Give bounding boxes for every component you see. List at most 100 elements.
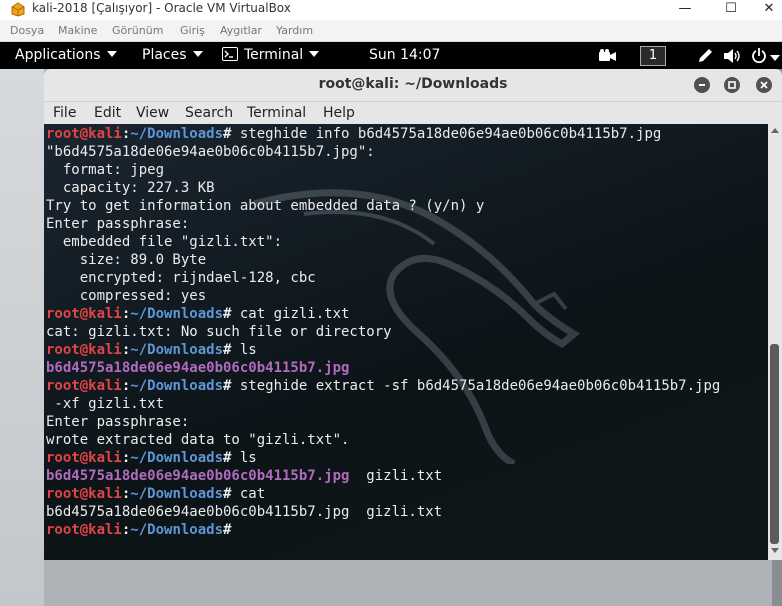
- terminal-line: root@kali:~/Downloads# steghide info b6d…: [46, 126, 661, 142]
- prompt-user: root@kali: [46, 342, 122, 358]
- virtualbox-logo-icon: [11, 2, 25, 17]
- output-text: embedded file "gizli.txt":: [46, 234, 283, 250]
- dropdown-arrow-icon: [192, 51, 203, 57]
- terminal-line: b6d4575a18de06e94ae0b06c0b4115b7.jpg giz…: [46, 468, 442, 484]
- vbox-maximize-button[interactable]: ☐: [712, 0, 750, 20]
- terminal-line: Enter passphrase:: [46, 414, 189, 430]
- terminal-line: root@kali:~/Downloads# cat: [46, 486, 265, 502]
- places-menu[interactable]: Places: [142, 47, 203, 63]
- output-text: Enter passphrase:: [46, 414, 190, 430]
- output-text: format: jpeg: [46, 162, 165, 178]
- output-text: "b6d4575a18de06e94ae0b06c0b4115b7.jpg":: [46, 144, 375, 160]
- output-text: b6d4575a18de06e94ae0b06c0b4115b7.jpg giz…: [46, 504, 443, 520]
- vbox-menu-gorunum[interactable]: Görünüm: [112, 24, 163, 37]
- file-entry: gizli.txt: [349, 468, 443, 484]
- terminal-icon: [222, 47, 238, 61]
- command-text: steghide extract -sf b6d4575a18de06e94ae…: [231, 378, 721, 394]
- menu-terminal[interactable]: Terminal: [247, 105, 306, 121]
- terminal-scrollbar[interactable]: [768, 124, 782, 560]
- dropdown-arrow-icon: [106, 51, 117, 57]
- output-text: Enter passphrase:: [46, 216, 190, 232]
- output-text: Try to get information about embedded da…: [46, 198, 485, 214]
- gnome-top-bar: Applications Places Terminal Sun 14:07 1: [0, 42, 782, 69]
- output-text: wrote extracted data to "gizli.txt".: [46, 432, 350, 448]
- window-maximize-button[interactable]: [724, 77, 740, 93]
- terminal-line: Enter passphrase:: [46, 216, 189, 232]
- vbox-menu-giris[interactable]: Giriş: [180, 24, 205, 37]
- terminal-line: b6d4575a18de06e94ae0b06c0b4115b7.jpg giz…: [46, 504, 442, 520]
- menu-search[interactable]: Search: [185, 105, 233, 121]
- output-text: size: 89.0 Byte: [46, 252, 207, 268]
- terminal-line: wrote extracted data to "gizli.txt".: [46, 432, 349, 448]
- menu-file[interactable]: File: [53, 105, 76, 121]
- terminal-app-menu[interactable]: Terminal: [222, 47, 320, 63]
- prompt-path: ~/Downloads: [130, 126, 224, 142]
- terminal-titlebar[interactable]: root@kali: ~/Downloads: [44, 69, 782, 102]
- volume-icon[interactable]: [722, 48, 742, 64]
- scroll-up-arrow-icon[interactable]: [771, 128, 779, 133]
- command-text: cat gizli.txt: [231, 306, 350, 322]
- window-minimize-button[interactable]: [694, 77, 710, 93]
- close-icon: [760, 81, 768, 89]
- vbox-menu-dosya[interactable]: Dosya: [10, 24, 44, 37]
- terminal-line: capacity: 227.3 KB: [46, 180, 215, 196]
- menu-help[interactable]: Help: [323, 105, 355, 121]
- prompt-user: root@kali: [46, 450, 122, 466]
- scrollbar-thumb[interactable]: [770, 344, 779, 544]
- vbox-window-title: kali-2018 [Çalışıyor] - Oracle VM Virtua…: [32, 1, 291, 15]
- dropdown-arrow-icon: [309, 51, 320, 57]
- window-close-button[interactable]: [756, 77, 772, 93]
- places-label: Places: [142, 47, 187, 63]
- prompt-path: ~/Downloads: [130, 342, 224, 358]
- output-text: cat: gizli.txt: No such file or director…: [46, 324, 392, 340]
- applications-label: Applications: [15, 47, 101, 63]
- pen-tool-icon[interactable]: [696, 47, 714, 65]
- terminal-line: b6d4575a18de06e94ae0b06c0b4115b7.jpg: [46, 360, 349, 376]
- workspace-indicator[interactable]: 1: [640, 46, 666, 66]
- prompt-user: root@kali: [46, 378, 122, 394]
- terminal-line: root@kali:~/Downloads# cat gizli.txt: [46, 306, 349, 322]
- prompt-user: root@kali: [46, 522, 122, 538]
- terminal-text: root@kali:~/Downloads# steghide info b6d…: [46, 125, 720, 539]
- terminal-line: compressed: yes: [46, 288, 206, 304]
- prompt-path: ~/Downloads: [130, 378, 224, 394]
- clock[interactable]: Sun 14:07: [369, 47, 440, 63]
- applications-menu[interactable]: Applications: [15, 47, 117, 63]
- prompt-user: root@kali: [46, 486, 122, 502]
- vbox-menu-aygitlar[interactable]: Aygıtlar: [220, 24, 262, 37]
- power-icon[interactable]: [752, 46, 766, 66]
- vbox-menu-yardim[interactable]: Yardım: [276, 24, 313, 37]
- prompt-path: ~/Downloads: [130, 522, 224, 538]
- terminal-line: root@kali:~/Downloads# ls: [46, 342, 257, 358]
- prompt-user: root@kali: [46, 126, 122, 142]
- prompt-user: root@kali: [46, 306, 122, 322]
- vbox-close-button[interactable]: ✕: [750, 0, 782, 20]
- file-entry: b6d4575a18de06e94ae0b06c0b4115b7.jpg: [46, 360, 350, 376]
- terminal-output[interactable]: root@kali:~/Downloads# steghide info b6d…: [44, 124, 768, 560]
- output-text: -xf gizli.txt: [46, 396, 165, 412]
- menu-view[interactable]: View: [136, 105, 169, 121]
- file-entry: b6d4575a18de06e94ae0b06c0b4115b7.jpg: [46, 468, 350, 484]
- terminal-window: root@kali: ~/Downloads File Edit View Se…: [44, 69, 782, 560]
- maximize-icon: [728, 81, 736, 89]
- command-text: cat: [231, 486, 266, 502]
- terminal-line: Try to get information about embedded da…: [46, 198, 484, 214]
- command-text: ls: [231, 450, 257, 466]
- command-text: ls: [231, 342, 257, 358]
- system-menu-arrow-icon[interactable]: [770, 55, 780, 61]
- menu-edit[interactable]: Edit: [94, 105, 121, 121]
- terminal-title: root@kali: ~/Downloads: [318, 76, 508, 92]
- vbox-minimize-button[interactable]: —: [666, 0, 704, 20]
- desktop-left-edge: [0, 69, 44, 606]
- vbox-menubar: Dosya Makine Görünüm Giriş Aygıtlar Yard…: [0, 20, 782, 42]
- terminal-line: encrypted: rijndael-128, cbc: [46, 270, 316, 286]
- terminal-app-label: Terminal: [244, 47, 304, 63]
- terminal-line: root@kali:~/Downloads#: [46, 522, 231, 538]
- vbox-menu-makine[interactable]: Makine: [58, 24, 97, 37]
- command-text: steghide info b6d4575a18de06e94ae0b06c0b…: [231, 126, 662, 142]
- prompt-path: ~/Downloads: [130, 306, 224, 322]
- video-camera-icon[interactable]: [598, 49, 618, 63]
- scroll-down-arrow-icon[interactable]: [771, 548, 779, 553]
- output-text: encrypted: rijndael-128, cbc: [46, 270, 316, 286]
- vbox-titlebar: kali-2018 [Çalışıyor] - Oracle VM Virtua…: [0, 0, 782, 20]
